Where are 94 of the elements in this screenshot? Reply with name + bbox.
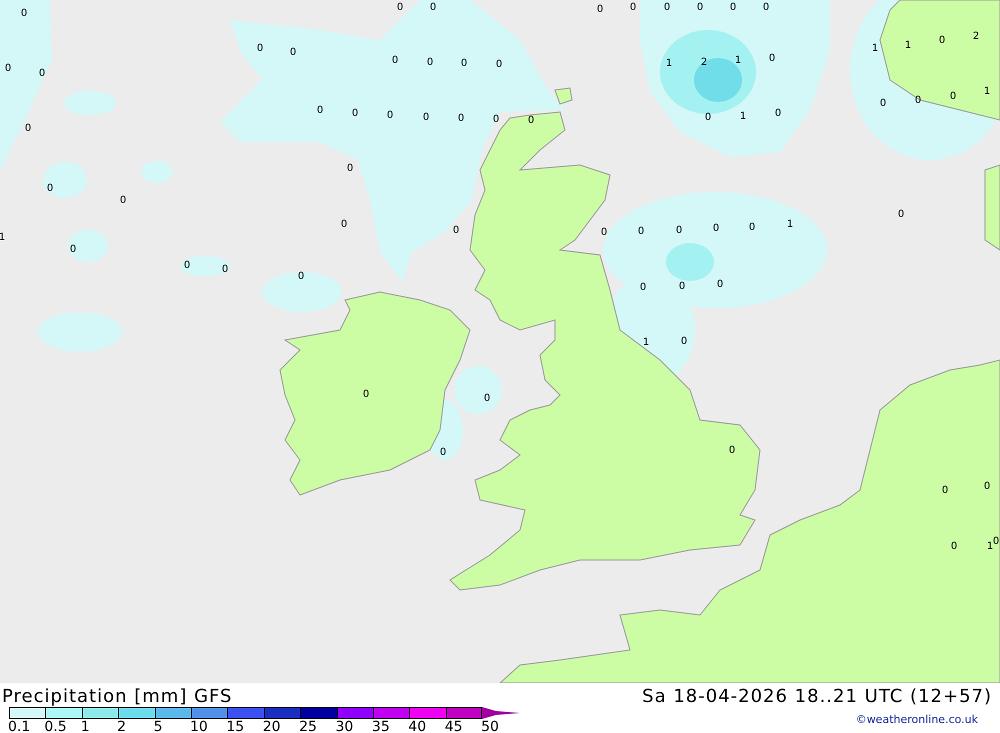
precipitation-value: 0 [678,281,686,292]
precipitation-value: 0 [430,2,436,13]
precipitation-value: 0 [630,2,636,13]
precipitation-area [68,230,108,262]
precipitation-value: 0 [184,260,190,271]
precipitation-value: 0 [712,223,720,234]
legend-label: 45 [444,719,463,733]
precipitation-value: 0 [984,481,990,492]
valid-time: Sa 18-04-2026 18..21 UTC (12+57) [642,686,992,706]
precipitation-value: 0 [704,112,712,123]
precipitation-value: 0 [664,2,670,13]
legend-label: 5 [154,719,162,733]
legend-label: 1 [80,719,90,733]
legend-label: 40 [408,719,426,733]
precipitation-value: 0 [942,485,948,496]
precipitation-value: 0 [730,2,736,13]
island-land [554,87,573,105]
precipitation-value: 0 [346,163,354,174]
precipitation-value: 0 [992,536,1000,547]
precipitation-value: 1 [642,337,650,348]
precipitation-value: 0 [496,59,502,70]
precipitation-value: 0 [340,219,348,230]
precipitation-value: 1 [666,58,672,69]
legend-label: 35 [372,719,390,733]
precipitation-value: 0 [528,115,534,126]
precipitation-value: 0 [728,445,736,456]
precipitation-value: 0 [484,393,490,404]
precipitation-value: 2 [972,31,980,42]
precipitation-value: 0 [640,282,646,293]
precipitation-value: 0 [426,57,434,68]
precipitation-value: 0 [460,58,468,69]
precipitation-area [141,161,173,183]
precipitation-value: 0 [422,112,430,123]
precipitation-value: 1 [984,86,990,97]
chart-title: Precipitation [mm] GFS [2,686,232,706]
precipitation-value: 0 [492,114,500,125]
legend-label: 0.1 [8,719,30,733]
precipitation-value: 0 [222,264,228,275]
precipitation-value: 0 [950,541,958,552]
precipitation-value: 0 [298,271,304,282]
precipitation-value: 0 [638,226,644,237]
precipitation-value: 0 [24,123,32,134]
precipitation-value: 0 [290,47,296,58]
moderate-precipitation-area [666,243,714,281]
precipitation-value: 1 [872,43,878,54]
precipitation-value: 0 [38,68,46,79]
precipitation-value: 0 [716,279,724,290]
precipitation-value: 0 [70,244,76,255]
legend-label: 30 [336,719,354,733]
precipitation-value: 0 [596,4,604,15]
precipitation-value: 0 [768,53,776,64]
precipitation-area [64,91,116,115]
precipitation-value: 0 [352,108,358,119]
precipitation-value: 0 [458,113,464,124]
precipitation-value: 0 [898,209,904,220]
precipitation-value: 0 [120,195,126,206]
precipitation-value: 0 [914,95,922,106]
precipitation-value: 0 [4,63,12,74]
legend-label: 15 [226,719,244,733]
precipitation-value: 0 [46,183,54,194]
precipitation-value: 0 [880,98,886,109]
precipitation-value: 0 [696,2,704,13]
precipitation-value: 0 [762,2,770,13]
precipitation-area [454,366,502,414]
precipitation-value: 0 [256,43,264,54]
legend-label: 50 [481,719,499,733]
precipitation-value: 1 [786,219,794,230]
legend-label: 20 [262,719,281,733]
precipitation-value: 0 [396,2,404,13]
precipitation-value: 0 [452,225,460,236]
precipitation-value: 0 [676,225,682,236]
legend-label: 0.5 [44,719,67,733]
legend-label: 10 [190,719,208,733]
precipitation-value: 0 [316,105,324,116]
legend-label: 2 [117,719,126,733]
precipitation-value: 1 [734,55,742,66]
precipitation-value: 0 [950,91,956,102]
legend-label: 25 [299,719,317,733]
precipitation-value: 0 [748,222,756,233]
precipitation-value: 0 [680,336,688,347]
precipitation-value: 0 [386,110,394,121]
precipitation-value: 0 [600,227,608,238]
precipitation-value: 1 [0,232,6,243]
precipitation-value: 0 [774,108,782,119]
precipitation-value: 1 [740,111,746,122]
precipitation-value: 0 [362,389,370,400]
precipitation-value: 1 [986,541,994,552]
precipitation-value: 2 [700,57,708,68]
credit-text: ©weatheronline.co.uk [856,713,978,726]
precipitation-value: 0 [392,55,398,66]
precipitation-value: 1 [904,40,912,51]
precipitation-value: 0 [440,447,446,458]
precipitation-value: 0 [20,8,28,19]
precipitation-value: 0 [938,35,946,46]
